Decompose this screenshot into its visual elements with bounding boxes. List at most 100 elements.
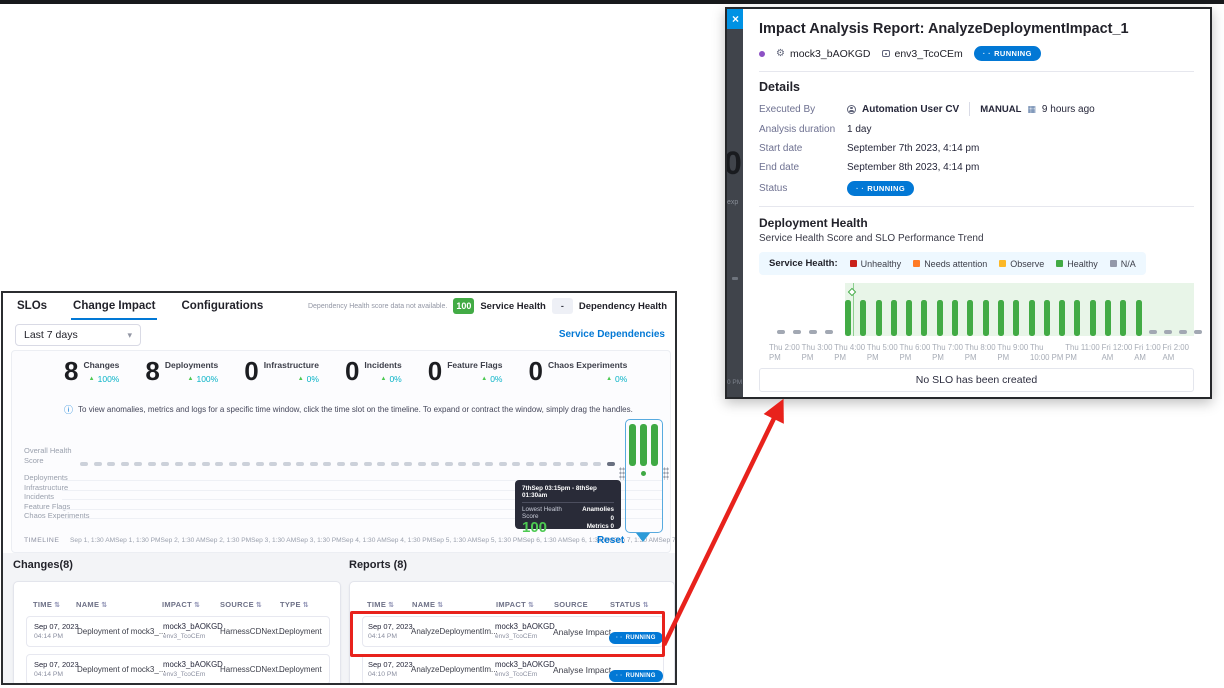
tab-slos[interactable]: SLOs [15,294,49,320]
sort-icon[interactable]: ⇅ [437,602,443,609]
na-dash-mark [1194,330,1202,334]
metric-label: Deployments [165,360,218,370]
sort-icon[interactable]: ⇅ [303,602,309,609]
timeline-tick: Sep 1, 1:30 AM [70,537,115,544]
column-header-impact[interactable]: IMPACT⇅ [162,600,200,609]
legend-swatch [999,260,1006,267]
column-header-status[interactable]: STATUS⇅ [610,600,649,609]
timeline-selection-window[interactable] [625,419,663,533]
chart-x-tick: Thu 7:00 PM [932,343,963,362]
tl-dash-mark [269,462,277,466]
metric-delta: 100% [196,374,218,384]
column-header-name[interactable]: NAME⇅ [76,600,107,609]
sort-icon[interactable]: ⇅ [643,602,649,609]
service-health-legend: Service Health: Unhealthy Needs attentio… [759,252,1146,275]
hbar-mark [952,300,958,336]
hbar-mark [1105,300,1111,336]
modal-na-after [1149,330,1202,334]
detail-row-end-date: End date September 8th 2023, 4:14 pm [759,162,1194,173]
timeline-tick: Sep 3, 1:30 AM [251,537,296,544]
tl-dash-mark [526,462,534,466]
metric-value: 0 [428,357,442,385]
service-icon [759,51,765,57]
dependency-health-note: Dependency Health score data not availab… [308,303,447,310]
sort-icon[interactable]: ⇅ [101,602,107,609]
deployment-health-subheading: Service Health Score and SLO Performance… [759,233,1194,244]
column-header-time[interactable]: TIME⇅ [33,600,60,609]
hbar-mark [998,300,1004,336]
table-row[interactable]: Sep 07, 202304:10 PM AnalyzeDeploymentIm… [362,654,664,685]
sort-icon[interactable]: ⇅ [54,602,60,609]
detail-row-duration: Analysis duration 1 day [759,124,1194,135]
chart-x-tick: Fri 12:00 AM [1102,343,1133,362]
row-label-overall-health: Overall Health Score [24,446,86,465]
detail-label: Executed By [759,104,847,115]
table-row[interactable]: Sep 07, 202304:14 PM Deployment of mock3… [26,616,330,647]
cell-source: HarnessCDNext... [220,627,284,636]
legend-item-unhealthy: Unhealthy [850,259,902,269]
tab-configurations[interactable]: Configurations [179,294,265,320]
hbar-mark [983,300,989,336]
service-dependencies-link[interactable]: Service Dependencies [559,329,665,340]
table-row[interactable]: Sep 07, 202304:14 PM Deployment of mock3… [26,654,330,685]
tl-dash-mark [256,462,264,466]
hbar-mark [876,300,882,336]
sort-icon[interactable]: ⇅ [194,602,200,609]
metric-value: 8 [145,357,159,385]
cell-time: Sep 07, 202304:10 PM [368,660,413,679]
selection-drag-handle-right[interactable] [663,467,669,480]
health-score-band: Dependency Health score data not availab… [308,298,667,314]
metric-label: Infrastructure [264,360,319,370]
chart-x-tick: Thu 10:00 PM [1030,343,1063,362]
trigger-type: MANUAL [980,104,1021,115]
metric-value: 0 [528,357,542,385]
reset-link[interactable]: Reset [597,535,624,546]
tl-dash-mark [337,462,345,466]
sort-icon[interactable]: ⇅ [256,602,262,609]
modal-na-before [777,330,833,334]
delta-up-icon: ▲ [89,376,95,382]
metric-delta: 100% [98,374,120,384]
tl-dash-mark [107,462,115,466]
info-banner: ⓘ To view anomalies, metrics and logs fo… [64,403,633,416]
filter-row: Last 7 days ▾ Service Dependencies [3,321,675,351]
chart-x-axis: Thu 2:00 PMThu 3:00 PMThu 4:00 PMThu 5:0… [769,343,1189,362]
column-header-name[interactable]: NAME⇅ [412,600,443,609]
tl-dash-mark [472,462,480,466]
metric-delta: 0% [389,374,401,384]
cell-type: Deployment [279,627,322,636]
tl-dash-mark [580,462,588,466]
column-header-impact[interactable]: IMPACT⇅ [496,600,534,609]
timeline-na-dash-row [80,462,615,466]
na-dash-mark [793,330,801,334]
timeline-tick: Sep 5, 1:30 PM [477,537,522,544]
selection-drag-handle-left[interactable] [619,467,625,480]
impact-analysis-modal: × 0 exp 0 PM Impact Analysis Report: Ana… [725,7,1212,399]
service-health-label: Service Health [480,301,545,312]
hbar-mark [1013,300,1019,336]
detail-label: Analysis duration [759,124,847,135]
chart-x-tick: Thu 11:00 PM [1065,343,1100,362]
selection-marker-icon [636,533,650,542]
date-range-select[interactable]: Last 7 days ▾ [15,324,141,346]
column-header-time[interactable]: TIME⇅ [367,600,394,609]
metric-value: 8 [64,357,78,385]
sort-icon[interactable]: ⇅ [528,602,534,609]
obscured-dash-fragment [732,277,738,280]
tl-dash-mark [350,462,358,466]
no-slo-banner: No SLO has been created [759,368,1194,392]
column-header-source[interactable]: SOURCE⇅ [220,600,262,609]
delta-up-icon: ▲ [298,376,304,382]
metric-label: Incidents [364,360,401,370]
tl-dash-mark [485,462,493,466]
sort-icon[interactable]: ⇅ [388,602,394,609]
column-header-type[interactable]: TYPE⇅ [280,600,309,609]
running-spinner-icon: · · [983,49,991,58]
tab-change-impact[interactable]: Change Impact [71,294,157,320]
legend-item-healthy: Healthy [1056,259,1098,269]
tl-dash-mark [458,462,466,466]
close-button[interactable]: × [727,9,743,29]
na-dash-mark [825,330,833,334]
legend-item-na: N/A [1110,259,1136,269]
chart-x-tick: Fri 1:00 AM [1134,343,1160,362]
